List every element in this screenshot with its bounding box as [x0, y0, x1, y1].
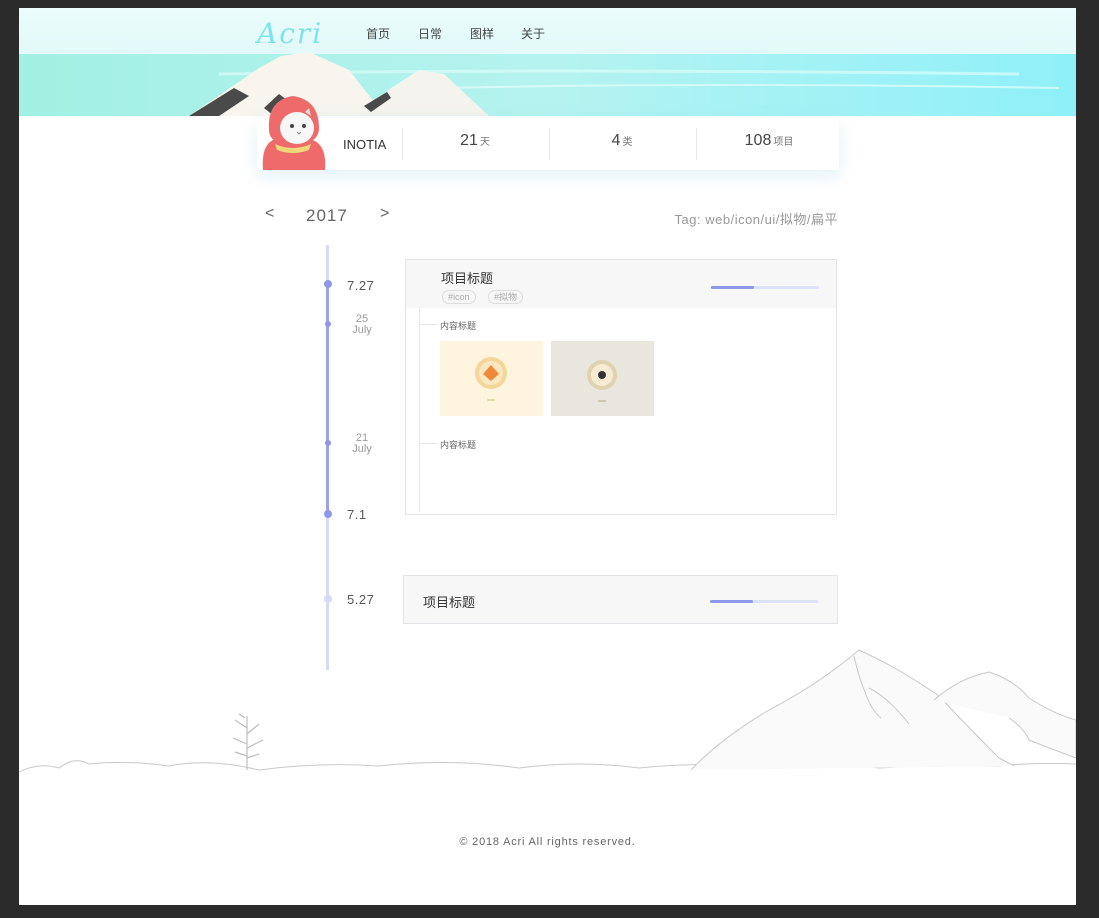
footer-landscape-illustration [19, 649, 1076, 773]
stat-categories-unit: 类 [622, 137, 633, 148]
timeline-subdate-month: July [352, 324, 372, 336]
nav-daily[interactable]: 日常 [418, 25, 442, 42]
progress-fill [711, 286, 755, 289]
page: Acri 首页 日常 图样 关于 INOTIA 21 天 4类 108 项目 <… [19, 8, 1076, 905]
thumbnail-leaf-icon[interactable] [440, 341, 543, 416]
content-title[interactable]: 内容标题 [440, 438, 476, 451]
site-logo[interactable]: Acri [257, 17, 323, 50]
stat-projects: 108 项目 [696, 132, 842, 150]
content-tree-line [419, 308, 420, 512]
timeline-date: 7.27 [347, 278, 375, 293]
progress-bar [710, 600, 818, 603]
profile-stats-bar: INOTIA 21 天 4类 108 项目 [257, 96, 842, 170]
prev-year-button[interactable]: < [265, 205, 274, 223]
header-banner: Acri 首页 日常 图样 关于 [19, 8, 1076, 116]
progress-fill [710, 600, 754, 603]
content-tree-branch [419, 324, 437, 325]
nav-patterns[interactable]: 图样 [470, 25, 494, 42]
content-tree-branch [419, 443, 437, 444]
nav-home[interactable]: 首页 [366, 25, 390, 42]
stat-days-unit: 天 [479, 137, 490, 148]
avatar[interactable] [257, 90, 329, 170]
stat-categories: 4类 [549, 132, 695, 150]
timeline-date: 5.27 [347, 592, 375, 607]
profile-name: INOTIA [343, 137, 387, 152]
stat-projects-value: 108 [744, 132, 772, 149]
content-title[interactable]: 内容标题 [440, 319, 476, 332]
thumbnail-button-icon[interactable] [551, 341, 654, 416]
next-year-button[interactable]: > [380, 205, 389, 223]
current-year: 2017 [306, 206, 348, 225]
nav-about[interactable]: 关于 [521, 25, 545, 42]
project-card-expanded[interactable]: 项目标题 #icon #拟物 内容标题 内容标题 [405, 259, 837, 515]
timeline-node[interactable] [324, 510, 332, 518]
progress-bar [711, 286, 819, 289]
stat-categories-value: 4 [611, 132, 621, 149]
timeline-node[interactable] [324, 595, 332, 603]
tag-filter[interactable]: Tag: web/icon/ui/拟物/扁平 [675, 209, 838, 228]
tree-icon [232, 713, 264, 770]
tag-chip[interactable]: #icon [442, 290, 476, 304]
tag-chip[interactable]: #拟物 [488, 290, 524, 304]
project-title[interactable]: 项目标题 [423, 592, 475, 611]
project-card-collapsed[interactable]: 项目标题 [403, 575, 838, 624]
timeline-node[interactable] [324, 280, 332, 288]
timeline-subnode[interactable] [325, 440, 331, 446]
mountain-banner-illustration [19, 8, 1076, 116]
timeline-date: 7.1 [347, 507, 367, 522]
timeline-subnode[interactable] [325, 321, 331, 327]
stat-days-value: 21 [460, 132, 478, 149]
project-title[interactable]: 项目标题 [441, 268, 493, 287]
footer-copyright: © 2018 Acri All rights reserved. [459, 836, 636, 848]
timeline-subdate-month: July [352, 443, 372, 455]
stat-projects-unit: 项目 [773, 137, 794, 148]
timeline-active-segment [326, 284, 329, 514]
stat-days: 21 天 [402, 132, 548, 150]
